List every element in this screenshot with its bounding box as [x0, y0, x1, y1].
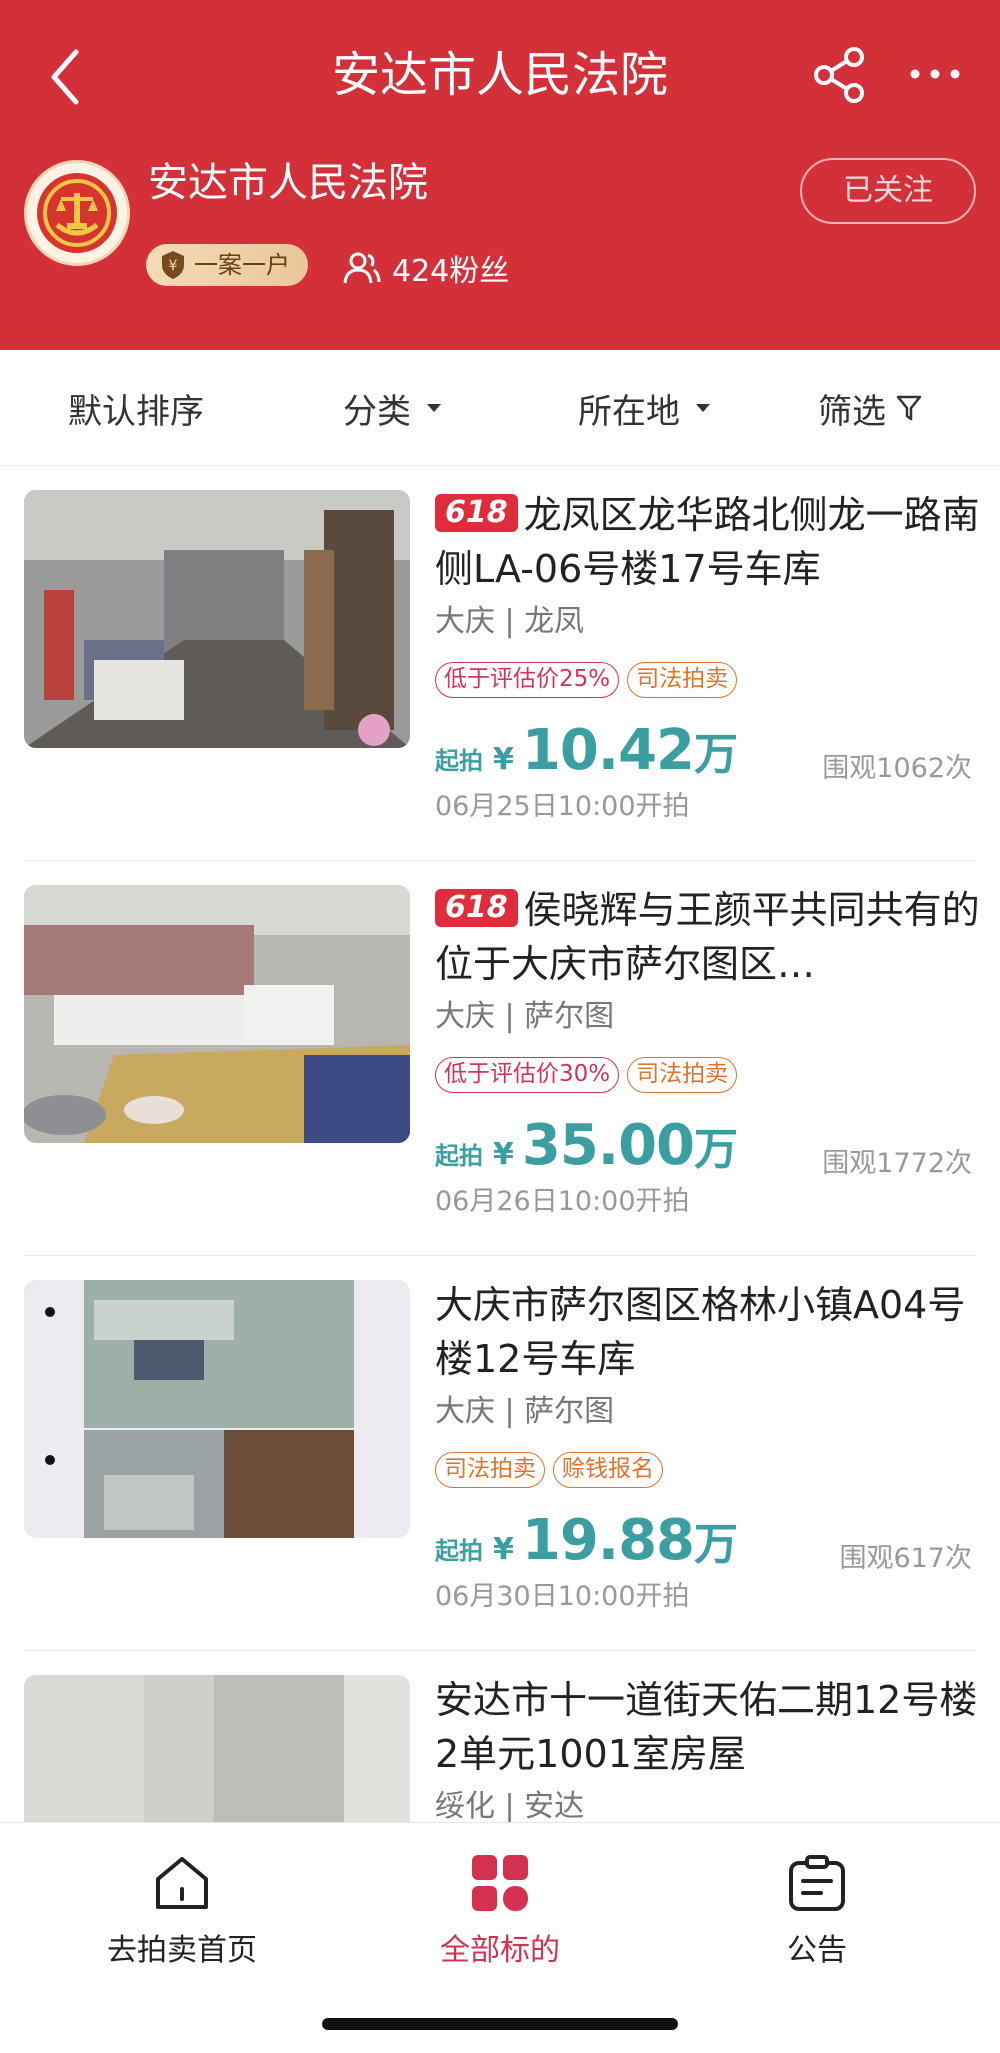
- sort-default-label: 默认排序: [68, 391, 204, 432]
- currency-symbol: ¥: [493, 742, 514, 777]
- tab-label: 全部标的: [440, 1933, 560, 1968]
- start-time: 06月25日10:00开拍: [435, 791, 690, 822]
- tab-label: 去拍卖首页: [107, 1933, 257, 1968]
- currency-symbol: ¥: [493, 1137, 514, 1172]
- item-title[interactable]: 618 龙凤区龙华路北侧龙一路南侧LA-06号楼17号车库: [435, 488, 980, 596]
- sort-filter-bar: 默认排序 分类 所在地 筛选: [0, 350, 1000, 466]
- sort-default[interactable]: 默认排序: [68, 350, 204, 466]
- view-count: 围观1772次: [822, 1148, 972, 1179]
- start-time: 06月30日10:00开拍: [435, 1581, 690, 1612]
- price-label: 起拍: [435, 1142, 483, 1170]
- judicial-auction-tag: 司法拍卖: [435, 1452, 545, 1488]
- notice-clipboard-icon: [789, 1855, 845, 1911]
- item-location: 大庆 | 萨尔图: [435, 1394, 615, 1429]
- price-value: 35.00: [521, 1113, 695, 1178]
- item-tags: 低于评估价25% 司法拍卖: [435, 662, 738, 698]
- discount-tag: 低于评估价30%: [435, 1057, 620, 1093]
- starting-price: 起拍 ¥ 35.00 万: [435, 1113, 738, 1178]
- list-item[interactable]: 安达市十一道街天佑二期12号楼2单元1001室房屋 绥化 | 安达: [0, 1651, 1000, 1822]
- sort-filter[interactable]: 筛选: [818, 350, 922, 466]
- list-item[interactable]: 618 龙凤区龙华路北侧龙一路南侧LA-06号楼17号车库 大庆 | 龙凤 低于评…: [0, 466, 1000, 861]
- item-tags: 司法拍卖 赊钱报名: [435, 1452, 663, 1488]
- tab-auction-home[interactable]: 去拍卖首页: [72, 1851, 292, 1969]
- item-title-text: 大庆市萨尔图区格林小镇A04号楼12号车库: [435, 1283, 966, 1381]
- sort-location[interactable]: 所在地: [578, 350, 710, 466]
- item-tags: 低于评估价30% 司法拍卖: [435, 1057, 738, 1093]
- price-label: 起拍: [435, 747, 483, 775]
- home-icon: [156, 1857, 208, 1909]
- item-location: 绥化 | 安达: [435, 1789, 585, 1822]
- discount-tag: 低于评估价25%: [435, 662, 620, 698]
- item-title[interactable]: 大庆市萨尔图区格林小镇A04号楼12号车库: [435, 1278, 980, 1386]
- court-name: 安达市人民法院: [148, 160, 428, 206]
- item-location: 大庆 | 龙凤: [435, 604, 585, 639]
- promo-618-badge: 618: [435, 889, 518, 927]
- tab-label: 公告: [787, 1933, 847, 1968]
- tab-notice[interactable]: 公告: [707, 1851, 927, 1969]
- price-unit: 万: [694, 1519, 739, 1570]
- item-title[interactable]: 618 侯晓辉与王颜平共同共有的位于大庆市萨尔图区…: [435, 883, 980, 991]
- credit-signup-tag: 赊钱报名: [553, 1452, 663, 1488]
- share-icon[interactable]: [810, 45, 870, 105]
- item-title-text: 安达市十一道街天佑二期12号楼2单元1001室房屋: [435, 1678, 978, 1776]
- item-thumbnail[interactable]: [24, 490, 410, 748]
- price-unit: 万: [694, 1124, 739, 1175]
- price-label: 起拍: [435, 1537, 483, 1565]
- sort-filter-label: 筛选: [818, 391, 886, 432]
- users-icon: [343, 252, 381, 284]
- item-thumbnail[interactable]: [24, 1675, 410, 1822]
- funnel-icon: [896, 395, 922, 421]
- item-title[interactable]: 安达市十一道街天佑二期12号楼2单元1001室房屋: [435, 1673, 980, 1781]
- court-header: 安达市人民法院 安达市人民法院 ¥ 一案一户 424粉丝 已关注: [0, 0, 1000, 350]
- judicial-auction-tag: 司法拍卖: [627, 1057, 738, 1093]
- tab-all-items[interactable]: 全部标的: [390, 1851, 610, 1969]
- auction-list: 618 龙凤区龙华路北侧龙一路南侧LA-06号楼17号车库 大庆 | 龙凤 低于评…: [0, 466, 1000, 1822]
- start-time: 06月26日10:00开拍: [435, 1186, 690, 1217]
- starting-price: 起拍 ¥ 10.42 万: [435, 718, 738, 783]
- list-item[interactable]: 618 侯晓辉与王颜平共同共有的位于大庆市萨尔图区… 大庆 | 萨尔图 低于评估价…: [0, 861, 1000, 1256]
- price-value: 10.42: [521, 718, 695, 783]
- item-thumbnail[interactable]: [24, 885, 410, 1143]
- price-unit: 万: [694, 729, 739, 780]
- starting-price: 起拍 ¥ 19.88 万: [435, 1508, 738, 1573]
- fans-label: 424粉丝: [392, 254, 510, 289]
- sort-category-label: 分类: [343, 391, 411, 432]
- grid-icon: [472, 1855, 528, 1911]
- sort-category[interactable]: 分类: [343, 350, 441, 466]
- sort-location-label: 所在地: [578, 391, 680, 432]
- promo-618-badge: 618: [435, 494, 518, 532]
- yen-shield-icon: ¥: [162, 251, 184, 279]
- view-count: 围观617次: [839, 1543, 972, 1574]
- item-location: 大庆 | 萨尔图: [435, 999, 615, 1034]
- court-emblem-logo: [24, 160, 130, 266]
- caret-down-icon: [696, 404, 710, 412]
- home-indicator[interactable]: [322, 2018, 678, 2030]
- more-icon[interactable]: [905, 52, 965, 96]
- badge-label: 一案一户: [194, 251, 290, 279]
- view-count: 围观1062次: [822, 753, 972, 784]
- currency-symbol: ¥: [493, 1532, 514, 1567]
- follow-button[interactable]: 已关注: [800, 158, 976, 224]
- judicial-auction-tag: 司法拍卖: [627, 662, 738, 698]
- caret-down-icon: [427, 404, 441, 412]
- price-value: 19.88: [521, 1508, 695, 1573]
- one-case-badge: ¥ 一案一户: [146, 244, 308, 286]
- fans-count: 424粉丝: [342, 246, 509, 290]
- item-thumbnail[interactable]: [24, 1280, 410, 1538]
- list-item[interactable]: 大庆市萨尔图区格林小镇A04号楼12号车库 大庆 | 萨尔图 司法拍卖 赊钱报名…: [0, 1256, 1000, 1651]
- svg-text:¥: ¥: [169, 258, 178, 274]
